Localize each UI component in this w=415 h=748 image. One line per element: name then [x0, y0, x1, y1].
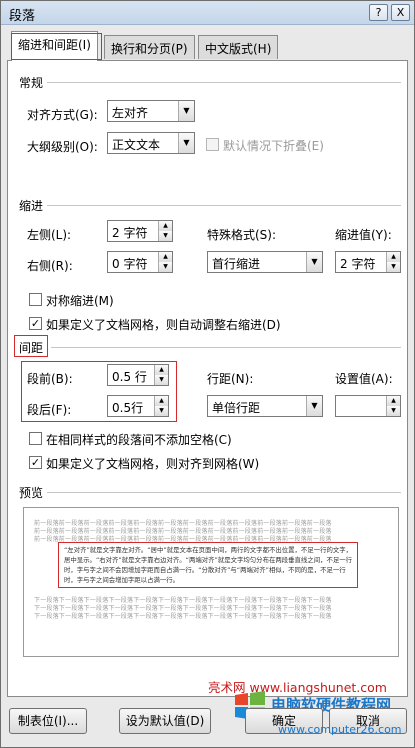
indent-by-label: 缩进值(Y):: [335, 228, 392, 242]
mirror-indent-checkbox[interactable]: [29, 293, 42, 306]
spacing-divider: [51, 347, 401, 348]
preview-divider: [47, 492, 401, 493]
help-button[interactable]: ?: [369, 4, 388, 21]
chevron-down-icon: ▼: [306, 252, 322, 272]
spin-up-icon[interactable]: ▲: [386, 252, 400, 262]
line-spacing-value: 单倍行距: [212, 401, 261, 415]
general-section-label: 常规: [19, 76, 44, 90]
chevron-down-icon: ▼: [178, 101, 194, 121]
chevron-down-icon: ▼: [306, 396, 322, 416]
right-indent-input[interactable]: 0 字符 ▲ ▼: [107, 251, 173, 273]
snap-to-grid-label: 如果定义了文档网格，则对齐到网格(W): [46, 457, 260, 471]
left-indent-value: 2 字符: [112, 226, 148, 240]
outline-level-value: 正文文本: [112, 138, 161, 152]
spacing-values-highlight-box: [21, 361, 177, 422]
left-indent-label: 左侧(L):: [27, 228, 72, 242]
close-button[interactable]: X: [391, 4, 410, 21]
tab-asian-typography[interactable]: 中文版式(H): [198, 35, 279, 59]
no-space-same-style-label: 在相同样式的段落间不添加空格(C): [46, 433, 232, 447]
collapsed-label: 默认情况下折叠(E): [223, 139, 324, 153]
watermark-url: www.computer26.com: [278, 723, 402, 736]
spacing-at-label: 设置值(A):: [335, 372, 393, 386]
preview-sample-paragraph: “左对齐”就是文字靠左对齐。“居中”就是文本在页面中间，两行的文字都不出位置，不…: [64, 546, 353, 584]
right-indent-value: 0 字符: [112, 257, 148, 271]
title-bar: 段落 ? X: [1, 1, 414, 25]
spin-down-icon[interactable]: ▼: [158, 231, 172, 241]
auto-adjust-checkbox[interactable]: ✓: [29, 317, 42, 330]
tab-highlight-box: [11, 33, 102, 60]
tab-line-page-breaks[interactable]: 换行和分页(P): [104, 35, 195, 59]
line-spacing-select[interactable]: 单倍行距 ▼: [207, 395, 323, 417]
indent-section-label: 缩进: [19, 199, 44, 213]
dialog-title: 段落: [9, 9, 36, 24]
set-default-button[interactable]: 设为默认值(D): [119, 708, 211, 734]
left-indent-input[interactable]: 2 字符 ▲ ▼: [107, 220, 173, 242]
indent-by-value: 2 字符: [340, 257, 376, 271]
special-format-value: 首行缩进: [212, 257, 261, 271]
outline-level-select[interactable]: 正文文本 ▼: [107, 132, 195, 154]
spin-up-icon[interactable]: ▲: [158, 221, 172, 231]
special-format-select[interactable]: 首行缩进 ▼: [207, 251, 323, 273]
line-spacing-label: 行距(N):: [207, 372, 254, 386]
spin-up-icon[interactable]: ▲: [158, 252, 172, 262]
collapsed-checkbox[interactable]: [206, 138, 219, 151]
general-divider: [47, 82, 401, 83]
spin-down-icon[interactable]: ▼: [386, 406, 400, 416]
spacing-highlight-box: [14, 335, 48, 357]
paragraph-dialog: 段落 ? X 缩进和间距(I) 换行和分页(P) 中文版式(H) 常规 对齐方式…: [0, 0, 415, 748]
tabs-button[interactable]: 制表位(I)...: [9, 708, 87, 734]
spacing-at-input[interactable]: ▲ ▼: [335, 395, 401, 417]
spin-down-icon[interactable]: ▼: [386, 262, 400, 272]
auto-adjust-label: 如果定义了文档网格，则自动调整右缩进(D): [46, 318, 281, 332]
snap-to-grid-checkbox[interactable]: ✓: [29, 456, 42, 469]
tab-strip: 缩进和间距(I) 换行和分页(P) 中文版式(H): [7, 31, 407, 61]
spin-down-icon[interactable]: ▼: [158, 262, 172, 272]
spin-up-icon[interactable]: ▲: [386, 396, 400, 406]
chevron-down-icon: ▼: [178, 133, 194, 153]
preview-section-label: 预览: [19, 486, 44, 500]
mirror-indent-label: 对称缩进(M): [46, 294, 114, 308]
special-format-label: 特殊格式(S):: [207, 228, 277, 242]
no-space-same-style-checkbox[interactable]: [29, 432, 42, 445]
right-indent-label: 右侧(R):: [27, 259, 73, 273]
indent-divider: [47, 205, 401, 206]
indent-by-input[interactable]: 2 字符 ▲ ▼: [335, 251, 401, 273]
alignment-select[interactable]: 左对齐 ▼: [107, 100, 195, 122]
outline-level-label: 大纲级别(O):: [27, 140, 98, 154]
preview-next-line: 下一段落下一段落下一段落下一段落下一段落下一段落下一段落下一段落下一段落下一段落…: [34, 613, 332, 620]
alignment-value: 左对齐: [112, 106, 149, 120]
alignment-label: 对齐方式(G):: [27, 108, 98, 122]
preview-box: 前一段落前一段落前一段落前一段落前一段落前一段落前一段落前一段落前一段落前一段落…: [23, 507, 399, 657]
